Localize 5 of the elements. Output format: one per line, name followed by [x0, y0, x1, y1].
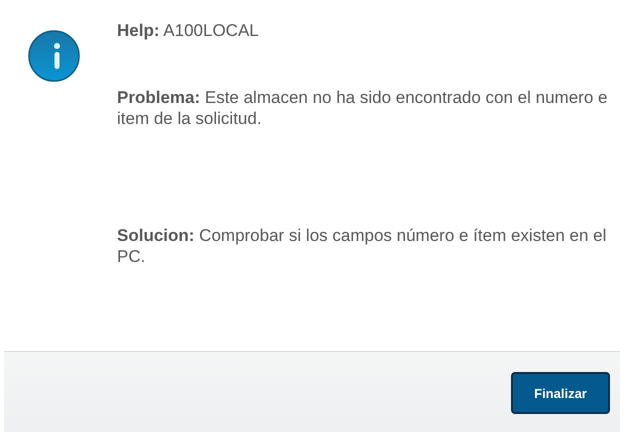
- message-text: Help: A100LOCAL: [117, 20, 260, 41]
- finish-button[interactable]: Finalizar: [511, 372, 610, 414]
- message-text: Solucion: Comprobar si los campos número e ítem existen en el PC.: [117, 225, 608, 267]
- info-icon: [28, 30, 80, 82]
- message-text: Problema: Este almacen no ha sido encontrado con el numero e item de la solicitud.: [117, 87, 608, 129]
